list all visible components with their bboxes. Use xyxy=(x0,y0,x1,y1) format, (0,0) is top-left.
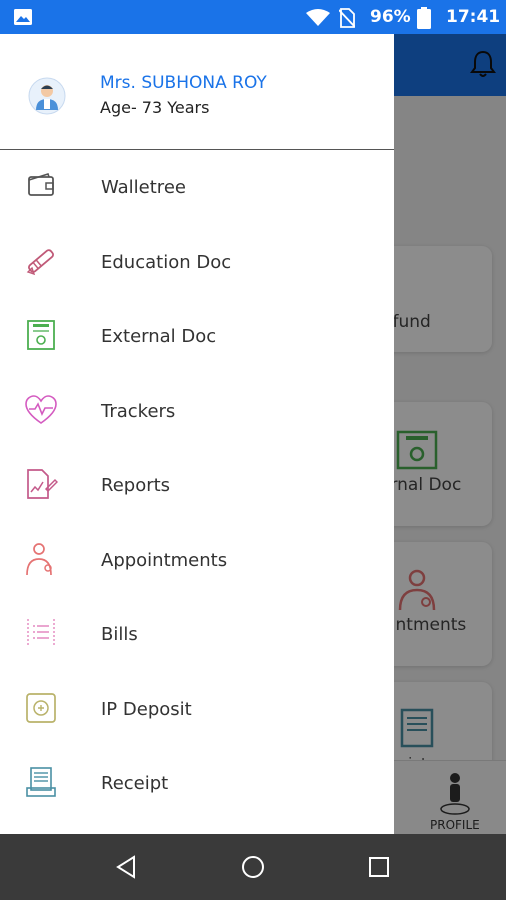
clock: 17:41 xyxy=(446,7,501,27)
avatar[interactable] xyxy=(28,77,66,115)
menu-item-label: Trackers xyxy=(101,401,176,422)
bill-icon xyxy=(27,619,55,647)
menu-item-external-doc[interactable]: External Doc xyxy=(0,302,394,372)
navigation-drawer: Mrs. SUBHONA ROY Age- 73 Years Walletree… xyxy=(0,34,394,834)
report-icon xyxy=(27,469,58,499)
back-icon[interactable] xyxy=(112,852,142,882)
menu-item-walletree[interactable]: Walletree xyxy=(0,153,394,223)
system-navigation-bar xyxy=(0,834,506,900)
menu-item-ip-deposit[interactable]: IP Deposit xyxy=(0,675,394,745)
battery-icon xyxy=(417,7,431,29)
image-notification-icon xyxy=(14,9,32,25)
wallet-icon xyxy=(28,173,54,196)
menu-item-label: IP Deposit xyxy=(101,699,192,720)
receipt-icon xyxy=(26,767,56,797)
status-bar: 96% 17:41 xyxy=(0,0,506,34)
menu-item-label: Education Doc xyxy=(101,252,232,273)
home-icon[interactable] xyxy=(238,852,268,882)
menu-item-label: Walletree xyxy=(101,177,186,198)
doctor-icon xyxy=(26,543,52,576)
recents-icon[interactable] xyxy=(364,852,394,882)
menu-item-education-doc[interactable]: Education Doc xyxy=(0,228,394,298)
menu-item-label: Receipt xyxy=(101,773,169,794)
menu-item-bills[interactable]: Bills xyxy=(0,600,394,670)
menu-item-label: External Doc xyxy=(101,326,217,347)
menu-item-appointments[interactable]: Appointments xyxy=(0,526,394,596)
menu-item-label: Bills xyxy=(101,624,138,645)
battery-percent: 96% xyxy=(370,7,411,27)
wifi-icon xyxy=(306,9,330,26)
user-age: Age- 73 Years xyxy=(100,98,210,117)
deposit-icon xyxy=(26,693,56,723)
user-name: Mrs. SUBHONA ROY xyxy=(100,73,267,93)
no-sim-icon xyxy=(339,8,355,28)
drawer-header: Mrs. SUBHONA ROY Age- 73 Years xyxy=(0,34,394,150)
diploma-icon xyxy=(26,249,54,276)
menu-item-reports[interactable]: Reports xyxy=(0,451,394,521)
certificate-icon xyxy=(27,320,55,350)
menu-item-label: Reports xyxy=(101,475,171,496)
menu-item-label: Appointments xyxy=(101,550,228,571)
menu-item-trackers[interactable]: Trackers xyxy=(0,377,394,447)
heart-pulse-icon xyxy=(25,395,57,424)
menu-item-receipt[interactable]: Receipt xyxy=(0,749,394,819)
